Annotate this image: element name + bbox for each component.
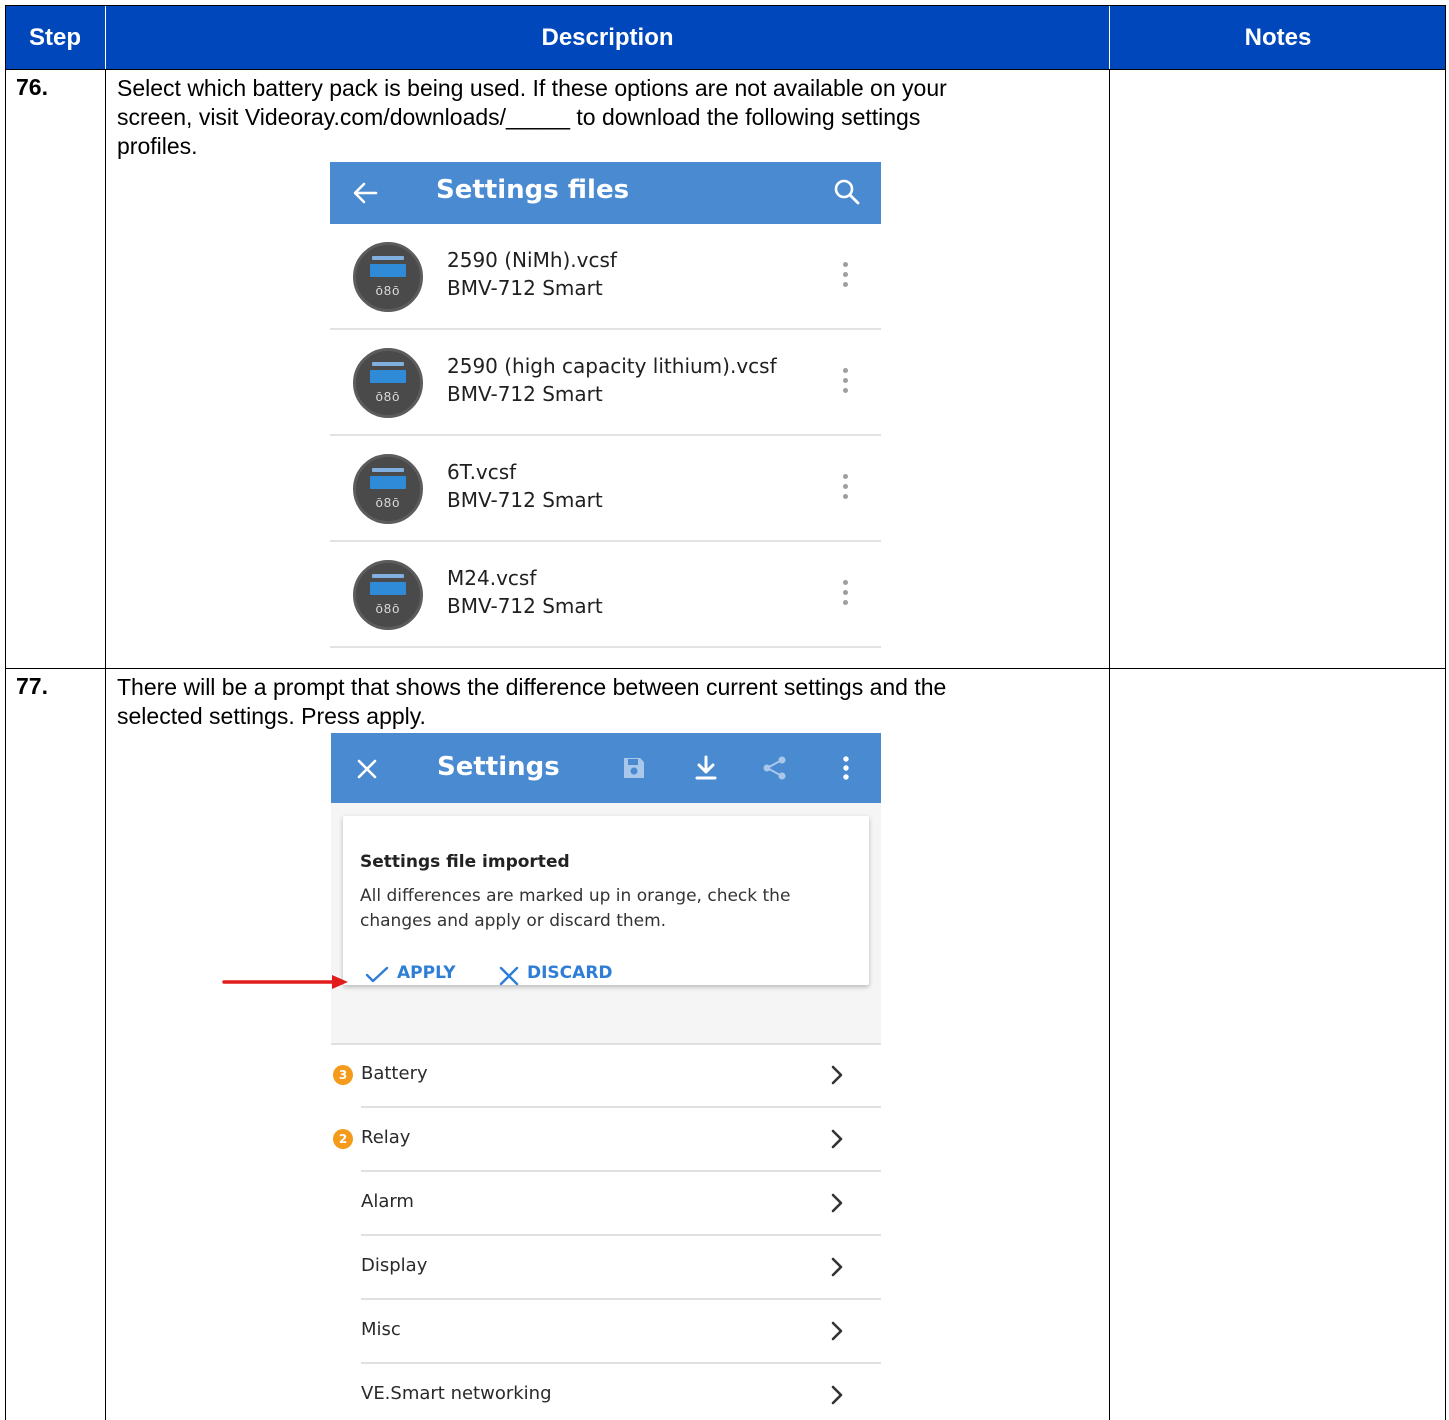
menu-item-alarm[interactable]: Alarm: [331, 1172, 881, 1236]
step-description: Select which battery pack is being used.…: [117, 74, 947, 161]
search-icon[interactable]: [833, 178, 861, 206]
file-device: BMV-712 Smart: [447, 382, 603, 406]
check-icon: [365, 966, 389, 983]
save-icon[interactable]: [622, 756, 646, 780]
list-item[interactable]: ō8ō M24.vcsf BMV-712 Smart: [330, 542, 881, 648]
chevron-right-icon: [831, 1129, 843, 1149]
header-description: Description: [541, 24, 674, 51]
list-item[interactable]: ō8ō 2590 (high capacity lithium).vcsf BM…: [330, 330, 881, 436]
menu-item-misc[interactable]: Misc: [331, 1300, 881, 1364]
download-icon[interactable]: [694, 755, 718, 781]
settings-screenshot: Settings Settings file imported All diff…: [331, 733, 881, 1420]
share-icon[interactable]: [762, 755, 788, 781]
card-title: Settings file imported: [360, 852, 570, 872]
menu-item-ve-smart-networking[interactable]: VE.Smart networking: [331, 1364, 881, 1420]
menu-item-display[interactable]: Display: [331, 1236, 881, 1300]
menu-item-relay[interactable]: 2 Relay: [331, 1108, 881, 1172]
header-step: Step: [28, 24, 81, 51]
more-vert-icon[interactable]: [837, 262, 853, 292]
device-thumbnail: ō8ō: [353, 560, 423, 630]
step-number: 76.: [16, 74, 48, 100]
description-line: selected settings. Press apply.: [117, 703, 426, 729]
chevron-right-icon: [831, 1065, 843, 1085]
device-thumbnail: ō8ō: [353, 454, 423, 524]
more-vert-icon[interactable]: [837, 474, 853, 504]
screen-title: Settings: [437, 752, 560, 782]
file-name: 2590 (high capacity lithium).vcsf: [447, 354, 777, 378]
more-vert-icon[interactable]: [841, 755, 851, 781]
change-count-badge: 2: [333, 1129, 353, 1149]
chevron-right-icon: [831, 1321, 843, 1341]
close-icon[interactable]: [356, 758, 378, 780]
settings-files-screenshot: Settings files ō8ō 2590 (NiMh).vcsf BMV-…: [330, 162, 881, 667]
menu-item-label: Alarm: [361, 1191, 414, 1212]
file-device: BMV-712 Smart: [447, 488, 603, 512]
description-line: screen, visit Videoray.com/downloads/___…: [117, 104, 921, 130]
menu-item-battery[interactable]: 3 Battery: [331, 1044, 881, 1108]
more-vert-icon[interactable]: [837, 580, 853, 610]
list-item[interactable]: ō8ō 2590 (NiMh).vcsf BMV-712 Smart: [330, 224, 881, 330]
table-header: Step Description Notes: [5, 5, 1446, 70]
list-item[interactable]: ō8ō 6T.vcsf BMV-712 Smart: [330, 436, 881, 542]
arrow-left-icon[interactable]: [352, 181, 378, 205]
file-name: 6T.vcsf: [447, 460, 517, 484]
step-description: There will be a prompt that shows the di…: [117, 673, 946, 731]
menu-item-label: Battery: [361, 1063, 428, 1084]
chevron-right-icon: [831, 1257, 843, 1277]
device-thumbnail: ō8ō: [353, 242, 423, 312]
more-vert-icon[interactable]: [837, 368, 853, 398]
menu-item-label: Relay: [361, 1127, 411, 1148]
file-name: 2590 (NiMh).vcsf: [447, 248, 617, 272]
header-notes: Notes: [1244, 24, 1312, 51]
import-notice-card: Settings file imported All differences a…: [343, 816, 869, 986]
device-thumbnail: ō8ō: [353, 348, 423, 418]
change-count-badge: 3: [333, 1065, 353, 1085]
app-bar: Settings files: [330, 162, 881, 224]
file-device: BMV-712 Smart: [447, 594, 603, 618]
file-device: BMV-712 Smart: [447, 276, 603, 300]
app-bar: Settings: [331, 733, 881, 803]
close-icon: [499, 966, 519, 986]
description-line: There will be a prompt that shows the di…: [117, 674, 947, 700]
menu-item-label: Misc: [361, 1319, 401, 1340]
chevron-right-icon: [831, 1193, 843, 1213]
discard-button[interactable]: DISCARD: [499, 963, 613, 986]
apply-button[interactable]: APPLY: [365, 963, 456, 983]
card-message: All differences are marked up in orange,…: [360, 886, 791, 931]
description-line: profiles.: [117, 133, 198, 159]
menu-item-label: VE.Smart networking: [361, 1383, 552, 1404]
screen-title: Settings files: [436, 175, 630, 205]
menu-item-label: Display: [361, 1255, 428, 1276]
annotation-arrow-icon: [222, 975, 348, 989]
file-name: M24.vcsf: [447, 566, 537, 590]
chevron-right-icon: [831, 1385, 843, 1405]
description-line: Select which battery pack is being used.…: [117, 75, 947, 101]
step-number: 77.: [16, 673, 48, 699]
